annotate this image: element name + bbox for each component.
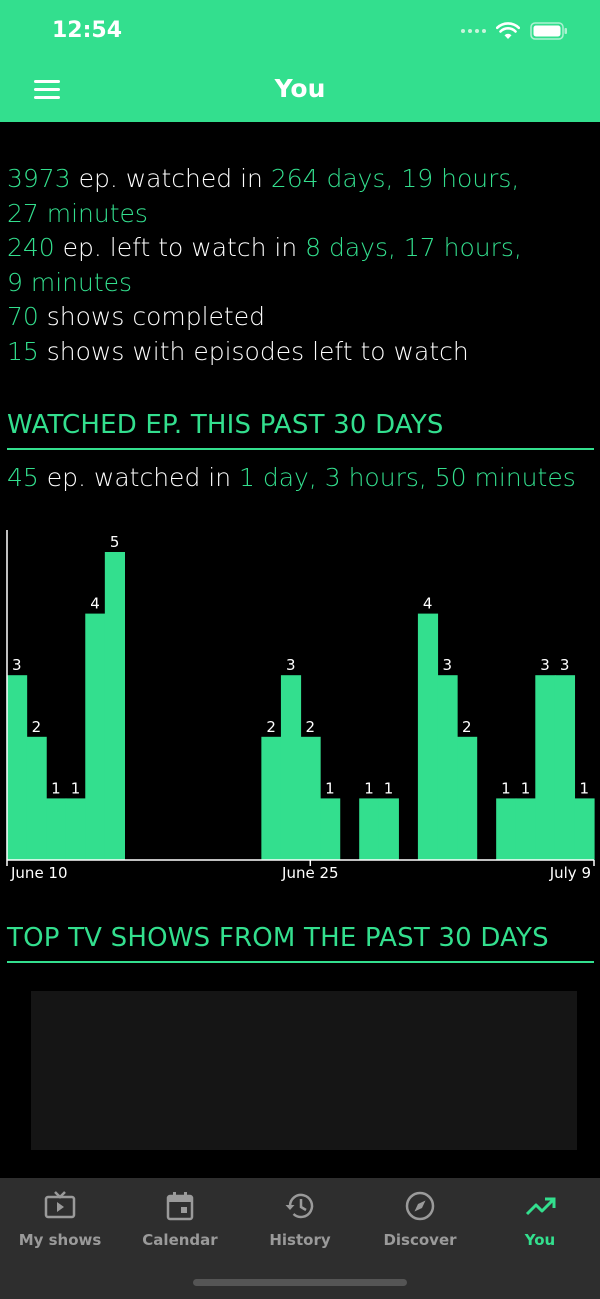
bar-value-label: 3: [442, 656, 452, 674]
bar-value-label: 3: [286, 656, 296, 674]
chart-bar: [535, 675, 556, 860]
chart-bar: [261, 736, 282, 860]
tab-bar: My shows Calendar History Discover You: [0, 1178, 600, 1299]
left-stat: 240 ep. left to watch in 8 days, 17 hour…: [7, 233, 522, 262]
chart-bar: [65, 798, 86, 860]
tab-history[interactable]: History: [240, 1178, 360, 1258]
chart-bar: [457, 736, 478, 860]
chart-bar: [46, 798, 67, 860]
chart-bar: [554, 675, 576, 860]
watched-stat: 3973 ep. watched in 264 days, 19 hours,: [7, 164, 520, 193]
calendar-icon: [166, 1192, 194, 1221]
bar-value-label: 1: [51, 779, 61, 797]
tv-icon: [44, 1191, 76, 1219]
chart-bar: [417, 613, 439, 860]
wifi-icon: [496, 22, 520, 39]
bar-value-label: 5: [110, 533, 120, 551]
left-duration-cont: 9 minutes: [7, 267, 133, 297]
tab-discover[interactable]: Discover: [360, 1178, 480, 1258]
chart-bar: [437, 675, 458, 860]
with-left-stat: 15 shows with episodes left to watch: [7, 336, 469, 366]
watched-duration-cont: 27 minutes: [7, 198, 148, 228]
month-watched-stat: 45 ep. watched in 1 day, 3 hours, 50 min…: [7, 463, 576, 492]
status-bar: 12:54: [0, 0, 600, 60]
bar-value-label: 1: [384, 779, 394, 797]
chart-bar: [515, 798, 536, 860]
home-indicator: [193, 1279, 407, 1286]
bar-value-label: 1: [579, 779, 589, 797]
status-icons: [461, 22, 568, 40]
page-title: You: [274, 74, 326, 103]
bar-value-label: 2: [306, 718, 316, 736]
status-time: 12:54: [52, 18, 123, 43]
trending-up-icon: [525, 1197, 556, 1216]
watched-section-title: WATCHED EP. THIS PAST 30 DAYS: [7, 410, 444, 440]
x-tick-label: June 10: [10, 864, 68, 882]
bar-value-label: 4: [423, 595, 433, 613]
bar-value-label: 1: [71, 779, 81, 797]
top-shows-card[interactable]: [31, 991, 577, 1150]
bar-value-label: 4: [90, 595, 100, 613]
completed-stat: 70 shows completed: [7, 302, 265, 331]
tab-you[interactable]: You: [480, 1178, 600, 1258]
chart-bar: [85, 613, 106, 860]
app-bar: You: [0, 60, 600, 122]
bar-value-label: 3: [12, 656, 22, 674]
bar-value-label: 1: [325, 779, 335, 797]
bar-value-label: 2: [32, 718, 42, 736]
top-shows-section-title: TOP TV SHOWS FROM THE PAST 30 DAYS: [7, 923, 549, 953]
chart-bar: [26, 736, 47, 860]
bar-value-label: 2: [462, 718, 472, 736]
chart-bar: [574, 798, 595, 860]
chart-bar: [300, 736, 321, 860]
chart-bar: [320, 798, 341, 860]
overall-stats: 3973 ep. watched in 264 days, 19 hours, …: [7, 162, 567, 369]
chart-bar: [378, 798, 399, 860]
tab-calendar[interactable]: Calendar: [120, 1178, 240, 1258]
bar-value-label: 2: [266, 718, 276, 736]
battery-icon: [530, 22, 567, 40]
bar-value-label: 3: [540, 656, 550, 674]
history-icon: [285, 1193, 314, 1219]
bar-value-label: 1: [501, 779, 511, 797]
signal-icon: [461, 29, 486, 33]
x-tick-label: July 9: [549, 864, 591, 882]
x-tick-label: June 25: [281, 864, 339, 882]
top-shows-section-divider: [7, 961, 594, 963]
chart-bar: [104, 552, 125, 860]
chart-bar: [280, 675, 302, 860]
bar-value-label: 3: [560, 656, 570, 674]
bar-value-label: 1: [364, 779, 374, 797]
compass-icon: [405, 1191, 435, 1221]
bar-value-label: 1: [521, 779, 531, 797]
chart-bar: [359, 798, 380, 860]
chart-bar: [7, 675, 28, 860]
chart-bar: [496, 798, 517, 860]
watched-section-divider: [7, 448, 594, 450]
tab-my-shows[interactable]: My shows: [0, 1178, 120, 1258]
episodes-bar-chart: 321 1452321 1 14321 13 31June 10 June 25 July 9: [6, 530, 595, 882]
